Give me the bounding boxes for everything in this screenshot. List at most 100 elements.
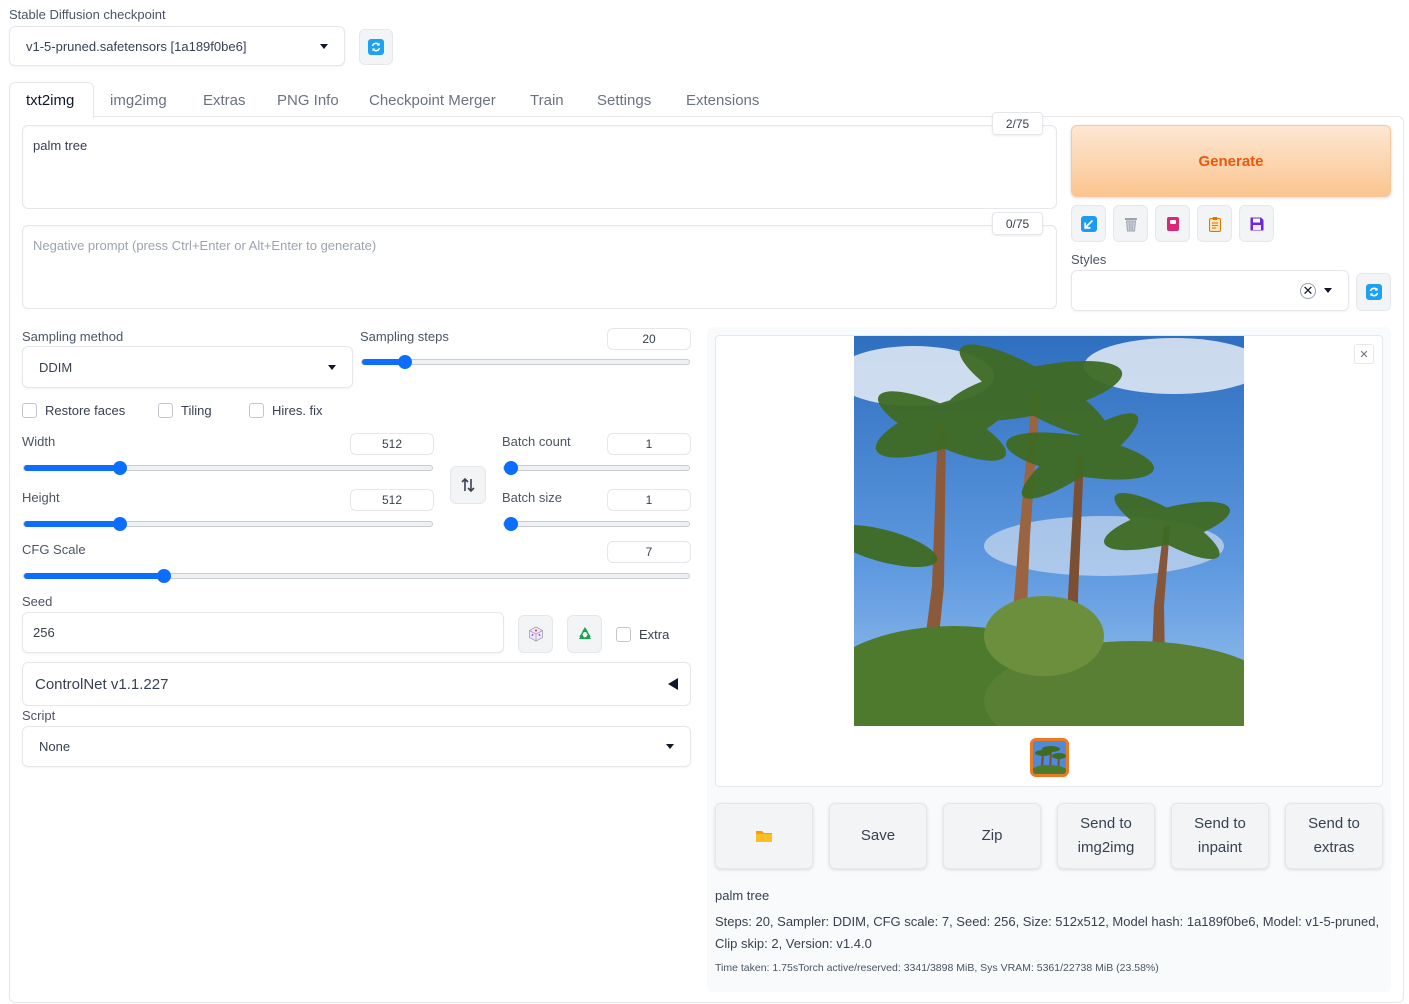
width-slider[interactable] [23, 461, 433, 475]
swap-dimensions-button[interactable] [450, 466, 486, 504]
slider-thumb[interactable] [112, 517, 127, 531]
negative-prompt-placeholder: Negative prompt (press Ctrl+Enter or Alt… [33, 238, 377, 253]
slider-fill [24, 465, 120, 471]
script-select[interactable]: None [22, 726, 691, 767]
chevron-down-icon [666, 744, 674, 749]
close-gallery-button[interactable]: ✕ [1354, 344, 1374, 364]
slider-thumb[interactable] [504, 517, 518, 531]
swap-arrows-icon [461, 477, 475, 493]
info-time: Time taken: 1.75sTorch active/reserved: … [715, 962, 1159, 974]
tab-img2img[interactable]: img2img [110, 84, 167, 116]
cfg-scale-slider[interactable] [23, 569, 690, 583]
tab-extras[interactable]: Extras [203, 84, 246, 116]
slider-fill [24, 573, 164, 579]
save-button[interactable]: Save [829, 803, 927, 869]
checkpoint-label: Stable Diffusion checkpoint [9, 7, 166, 22]
negative-prompt-input[interactable]: Negative prompt (press Ctrl+Enter or Alt… [22, 225, 1057, 309]
open-folder-button[interactable] [715, 803, 813, 869]
trash-icon [1124, 217, 1137, 231]
checkbox-box[interactable] [249, 403, 264, 418]
prompt-input[interactable]: palm tree [22, 125, 1057, 209]
hires-fix-checkbox[interactable]: Hires. fix [249, 403, 323, 418]
send-to-extras-button[interactable]: Send to extras [1285, 803, 1383, 869]
refresh-icon [1365, 284, 1382, 300]
tab-png-info[interactable]: PNG Info [277, 84, 339, 116]
cfg-scale-input[interactable]: 7 [607, 541, 691, 563]
restore-faces-checkbox[interactable]: Restore faces [22, 403, 125, 418]
slider-thumb[interactable] [112, 461, 127, 475]
folder-icon [756, 831, 772, 842]
batch-size-label: Batch size [502, 490, 562, 505]
refresh-checkpoint-button[interactable] [359, 29, 393, 65]
negative-prompt-token-counter: 0/75 [992, 212, 1043, 235]
thumbnail-image [1033, 741, 1066, 774]
slider-thumb[interactable] [397, 355, 412, 369]
slider-thumb[interactable] [156, 569, 171, 583]
save-style-button[interactable] [1239, 205, 1274, 242]
extra-seed-label: Extra [639, 627, 670, 642]
clear-icon[interactable]: ✕ [1300, 282, 1316, 299]
tab-extensions[interactable]: Extensions [686, 84, 759, 116]
checkbox-box[interactable] [616, 627, 631, 642]
slider-fill [24, 521, 120, 527]
sampling-steps-label: Sampling steps [360, 329, 449, 344]
controlnet-accordion[interactable]: ControlNet v1.1.227 [22, 662, 691, 706]
sampling-method-label: Sampling method [22, 329, 124, 344]
send-to-img2img-button[interactable]: Send to img2img [1057, 803, 1155, 869]
recycle-icon [578, 627, 591, 639]
prompt-token-counter: 2/75 [992, 112, 1043, 135]
show-extra-networks-button[interactable] [1155, 205, 1190, 242]
chevron-down-icon [320, 43, 328, 49]
sampling-steps-input[interactable]: 20 [607, 328, 691, 350]
restore-faces-label: Restore faces [45, 403, 126, 418]
batch-size-slider[interactable] [503, 517, 690, 531]
chevron-down-icon [328, 364, 336, 370]
chevron-down-icon [1324, 288, 1332, 293]
apply-style-button[interactable] [1197, 205, 1232, 242]
extra-seed-checkbox[interactable]: Extra [616, 627, 669, 642]
reuse-seed-button[interactable] [567, 615, 602, 653]
styles-select[interactable]: ✕ [1071, 270, 1349, 311]
info-params: Steps: 20, Sampler: DDIM, CFG scale: 7, … [715, 914, 1380, 951]
sampling-method-select[interactable]: DDIM [22, 346, 353, 388]
sampling-steps-slider[interactable] [361, 355, 690, 369]
zip-button[interactable]: Zip [943, 803, 1041, 869]
height-slider[interactable] [23, 517, 433, 531]
checkpoint-select[interactable]: v1-5-pruned.safetensors [1a189f0be6] [9, 26, 345, 66]
height-input[interactable]: 512 [350, 489, 434, 511]
hires-fix-label: Hires. fix [272, 403, 323, 418]
checkpoint-value: v1-5-pruned.safetensors [1a189f0be6] [26, 38, 247, 54]
batch-count-slider[interactable] [503, 461, 690, 475]
arrow-bottom-left-icon [1080, 215, 1097, 232]
dice-icon [528, 626, 543, 642]
tab-txt2img[interactable]: txt2img [26, 84, 74, 116]
generated-image[interactable] [854, 336, 1244, 726]
styles-label: Styles [1071, 252, 1107, 267]
tab-checkpoint-merger[interactable]: Checkpoint Merger [369, 84, 496, 116]
clear-prompt-button[interactable] [1113, 205, 1148, 242]
generate-button[interactable]: Generate [1071, 125, 1391, 197]
read-params-button[interactable] [1071, 205, 1106, 242]
gallery-thumbnail[interactable] [1030, 738, 1069, 777]
send-to-inpaint-button[interactable]: Send to inpaint [1171, 803, 1269, 869]
slider-thumb[interactable] [504, 461, 518, 475]
width-label: Width [22, 434, 56, 449]
height-label: Height [22, 490, 60, 505]
seed-input[interactable]: 256 [22, 612, 504, 653]
tab-settings[interactable]: Settings [597, 84, 651, 116]
refresh-styles-button[interactable] [1356, 273, 1391, 311]
seed-label: Seed [22, 594, 53, 609]
clipboard-icon [1208, 216, 1221, 232]
batch-count-input[interactable]: 1 [607, 433, 691, 455]
checkbox-box[interactable] [22, 403, 37, 418]
checkbox-box[interactable] [158, 403, 173, 418]
random-seed-button[interactable] [518, 615, 553, 653]
sampling-method-value: DDIM [39, 359, 73, 375]
controlnet-label: ControlNet v1.1.227 [35, 675, 169, 693]
script-value: None [39, 739, 71, 754]
batch-size-input[interactable]: 1 [607, 489, 691, 511]
width-input[interactable]: 512 [350, 433, 434, 455]
tiling-checkbox[interactable]: Tiling [158, 403, 212, 418]
palm-tree-image [854, 336, 1244, 726]
tab-train[interactable]: Train [530, 84, 564, 116]
